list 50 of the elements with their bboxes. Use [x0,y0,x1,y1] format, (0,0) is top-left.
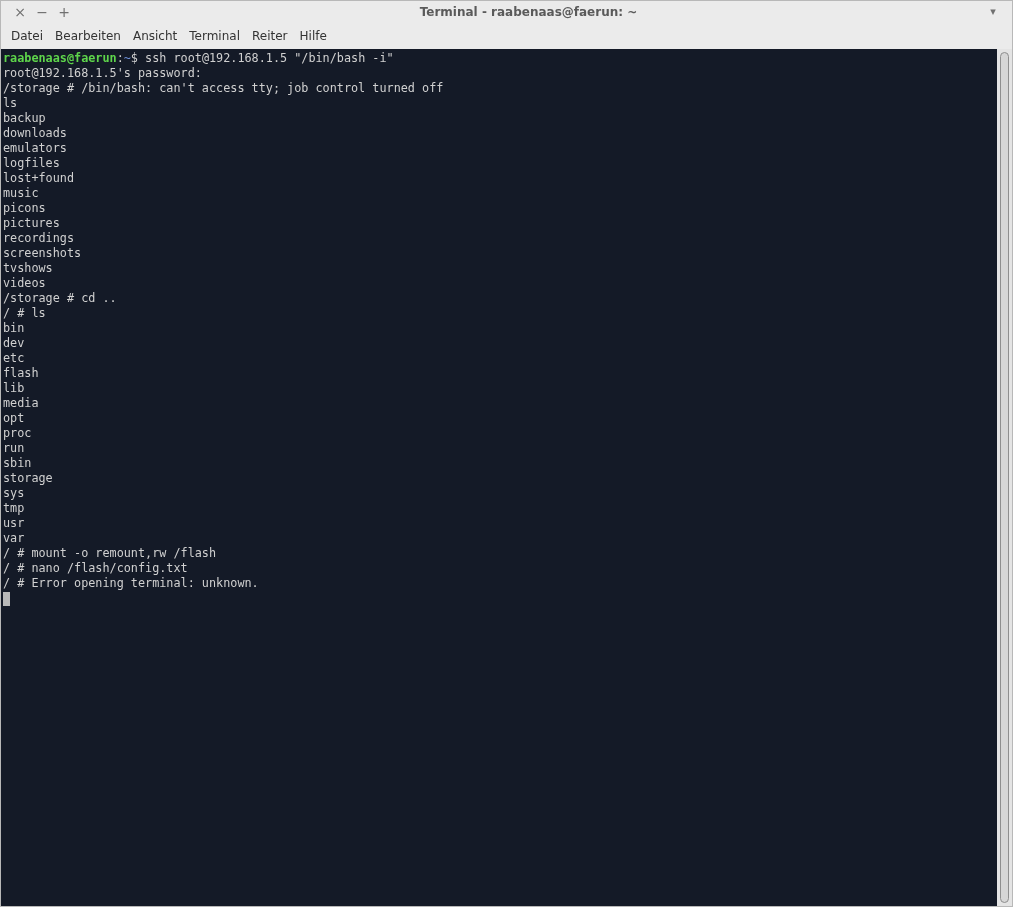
menu-item[interactable]: Ansicht [126,25,184,47]
menu-item[interactable]: Hilfe [293,25,333,47]
output-line: etc [3,351,25,365]
output-line: flash [3,366,39,380]
output-line: tmp [3,501,25,515]
output-line: backup [3,111,46,125]
output-line: ls [3,96,18,110]
output-line: bin [3,321,25,335]
output-line: usr [3,516,25,530]
prompt-separator: : [116,51,124,65]
output-line: screenshots [3,246,82,260]
menu-item[interactable]: Terminal [183,25,246,47]
output-line: sbin [3,456,32,470]
output-line: proc [3,426,32,440]
output-line: tvshows [3,261,53,275]
output-line: lib [3,381,25,395]
menu-item[interactable]: Datei [5,25,49,47]
output-line: / # mount -o remount,rw /flash [3,546,217,560]
output-line: dev [3,336,25,350]
output-line: opt [3,411,25,425]
output-line: storage [3,471,53,485]
command-text: $ ssh root@192.168.1.5 "/bin/bash -i" [130,51,394,65]
window-title: Terminal - raabenaas@faerun: ~ [418,5,639,19]
close-button[interactable]: × [9,2,31,22]
output-line: music [3,186,39,200]
maximize-button[interactable]: + [53,2,75,22]
output-line: sys [3,486,25,500]
output-line: videos [3,276,46,290]
prompt-user-host: raabenaas@faerun [3,51,117,65]
output-line: picons [3,201,46,215]
output-line: var [3,531,25,545]
output-line: / # nano /flash/config.txt [3,561,188,575]
prompt-path: ~ [123,51,131,65]
output-line: root@192.168.1.5's password: [3,66,202,80]
output-line: / # Error opening terminal: unknown. [3,576,259,590]
output-line: emulators [3,141,67,155]
output-line: pictures [3,216,60,230]
output-line: /storage # /bin/bash: can't access tty; job control turned off [3,81,444,95]
output-line: recordings [3,231,75,245]
output-line: logfiles [3,156,60,170]
output-line: media [3,396,39,410]
output-line: /storage # cd .. [3,291,117,305]
menu-item[interactable]: Bearbeiten [49,25,127,47]
menu-item[interactable]: Reiter [246,25,294,47]
output-line: run [3,441,25,455]
minimize-button[interactable]: − [31,2,53,22]
output-line: lost+found [3,171,75,185]
window-menu-button[interactable]: ▾ [982,2,1004,22]
output-line: downloads [3,126,67,140]
output-line: / # ls [3,306,46,320]
